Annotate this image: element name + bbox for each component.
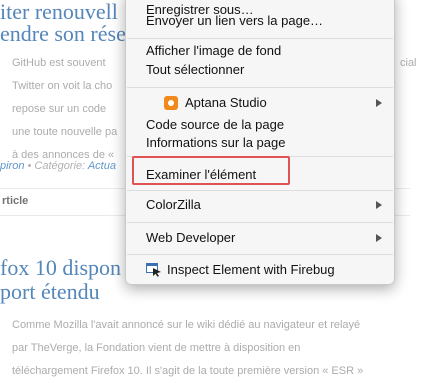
menu-item-aptana-label: Aptana Studio [185,95,267,110]
menu-item-view-source[interactable]: Code source de la page [146,115,390,135]
menu-separator [127,222,393,223]
menu-item-aptana[interactable]: Aptana Studio [146,93,390,113]
aptana-gear-icon [164,96,178,110]
menu-separator [127,190,393,191]
submenu-arrow-icon [376,234,382,242]
menu-item-web-developer-label: Web Developer [146,230,236,245]
submenu-arrow-icon [376,99,382,107]
menu-item-web-developer[interactable]: Web Developer [146,228,390,248]
menu-item-colorzilla[interactable]: ColorZilla [146,195,390,215]
menu-item-firebug-inspect[interactable]: Inspect Element with Firebug [146,260,390,280]
menu-item-firebug-label: Inspect Element with Firebug [167,262,335,277]
menu-item-page-info[interactable]: Informations sur la page [146,133,390,153]
menu-separator [127,87,393,88]
menu-item-view-background-image[interactable]: Afficher l'image de fond [146,41,390,61]
menu-separator [127,38,393,39]
menu-item-send-link[interactable]: Envoyer un lien vers la page… [146,11,390,31]
inspect-element-highlight [132,156,290,185]
menu-item-select-all[interactable]: Tout sélectionner [146,60,390,80]
firebug-inspect-icon [146,263,161,277]
submenu-arrow-icon [376,201,382,209]
menu-separator [127,254,393,255]
context-menu: Enregistrer sous… Envoyer un lien vers l… [125,0,395,285]
menu-item-colorzilla-label: ColorZilla [146,197,201,212]
